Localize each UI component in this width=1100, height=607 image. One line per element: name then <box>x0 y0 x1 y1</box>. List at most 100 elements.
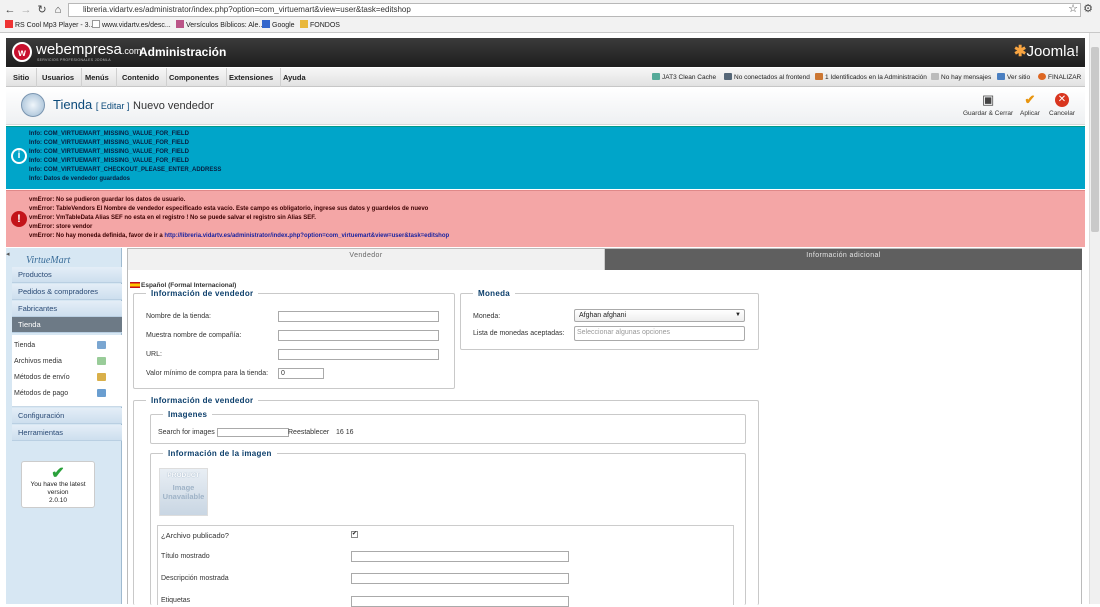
save-icon: ▣ <box>981 92 995 107</box>
tienda-submenu: Tienda Archivos media Métodos de envío M… <box>12 335 122 407</box>
info-message: Info: COM_VIRTUEMART_MISSING_VALUE_FOR_F… <box>29 131 189 137</box>
submenu-metodos-pago[interactable]: Métodos de pago <box>14 386 122 401</box>
frontend-status: No conectados al frontend <box>724 68 810 87</box>
info-message: Info: COM_VIRTUEMART_CHECKOUT_PLEASE_ENT… <box>29 167 222 173</box>
currency-label: Moneda: <box>473 313 501 320</box>
menu-contenido[interactable]: Contenido <box>115 68 168 87</box>
messages-status[interactable]: No hay mensajes <box>931 68 991 87</box>
menu-extensiones[interactable]: Extensiones <box>222 68 282 87</box>
bookmarks-bar: RS Cool Mp3 Player - 3... www.vidartv.es… <box>0 19 1100 32</box>
bookmark-star-icon[interactable]: ☆ <box>1066 2 1080 16</box>
bookmark-item[interactable]: www.vidartv.es/desc... <box>92 19 171 32</box>
bookmark-item[interactable]: Google <box>262 19 295 32</box>
wrench-icon[interactable]: ⚙ <box>1081 2 1095 16</box>
scroll-thumb[interactable] <box>1091 47 1099 232</box>
search-images-input[interactable] <box>217 428 289 437</box>
sidebar-item-productos[interactable]: Productos <box>12 267 122 283</box>
submenu-archivos-media[interactable]: Archivos media <box>14 354 122 369</box>
save-close-button[interactable]: ▣ Guardar & Cerrar <box>963 92 1013 118</box>
error-message: vmError: store vendor <box>29 224 93 230</box>
url-input[interactable] <box>278 349 439 360</box>
reload-icon[interactable]: ↻ <box>35 3 49 17</box>
sidebar-item-fabricantes[interactable]: Fabricantes <box>12 301 122 317</box>
bookmark-item[interactable]: FONDOS <box>300 19 340 32</box>
forward-icon[interactable]: → <box>19 3 33 17</box>
pagination: 16 16 <box>336 429 354 436</box>
tab-informacion-adicional[interactable]: Información adicional <box>605 249 1082 270</box>
cache-icon <box>652 73 660 80</box>
url-bar[interactable]: libreria.vidartv.es/administrator/index.… <box>68 3 1081 17</box>
error-message: vmError: TableVendors El Nombre de vende… <box>29 206 429 212</box>
cancel-button[interactable]: ✕ Cancelar <box>1049 93 1075 117</box>
error-message: vmError: No hay moneda definida, favor d… <box>29 233 450 239</box>
description-input[interactable] <box>351 573 569 584</box>
tags-input[interactable] <box>351 596 569 607</box>
info-message: Info: COM_VIRTUEMART_MISSING_VALUE_FOR_F… <box>29 140 189 146</box>
collapse-arrow-icon[interactable]: ◂ <box>6 250 10 264</box>
error-icon: ! <box>11 211 27 227</box>
flag-spain-icon <box>130 282 140 288</box>
error-message: vmError: VmTableData Alias SEF no esta e… <box>29 215 316 221</box>
url-text: libreria.vidartv.es/administrator/index.… <box>83 5 411 14</box>
bible-icon <box>176 20 184 28</box>
version-number: 2.0.10 <box>48 497 68 504</box>
published-checkbox[interactable]: ✔ <box>351 531 358 538</box>
version-text: You have the latest version <box>30 481 86 496</box>
menu-usuarios[interactable]: Usuarios <box>35 68 83 87</box>
company-name-input[interactable] <box>278 330 439 341</box>
view-site-link[interactable]: Ver sitio <box>997 68 1030 87</box>
sidebar-item-herramientas[interactable]: Herramientas <box>12 425 122 441</box>
users-icon <box>724 73 732 80</box>
language-indicator: Español (Formal Internacional) <box>130 282 236 289</box>
submenu-tienda[interactable]: Tienda <box>14 338 122 353</box>
min-purchase-label: Valor mínimo de compra para la tienda: <box>146 370 269 377</box>
bookmark-item[interactable]: Versículos Bíblicos: Ale... <box>176 19 264 32</box>
menu-ayuda[interactable]: Ayuda <box>276 68 313 87</box>
submenu-metodos-envio[interactable]: Métodos de envío <box>14 370 122 385</box>
image-info-legend: Información de la imagen <box>168 449 272 458</box>
published-label: ¿Archivo publicado? <box>161 531 229 540</box>
user-icon <box>815 73 823 80</box>
joomla-logo: ✱Joomla! <box>1013 43 1079 60</box>
store-name-input[interactable] <box>278 311 439 322</box>
apply-button[interactable]: ✔ Aplicar <box>1020 93 1040 118</box>
tab-vendedor[interactable]: Vendedor <box>128 249 605 270</box>
reset-button[interactable]: Reestablecer <box>288 429 329 436</box>
admin-header: w webempresa.com SERVICIOS PROFESIONALES… <box>6 38 1085 67</box>
min-purchase-input[interactable]: 0 <box>278 368 324 379</box>
sidebar-item-configuracion[interactable]: Configuración <box>12 408 122 424</box>
back-icon[interactable]: ← <box>3 3 17 17</box>
image-details-table <box>157 525 734 605</box>
google-icon <box>262 20 270 28</box>
page-scrollbar[interactable] <box>1089 33 1100 604</box>
menu-sitio[interactable]: Sitio <box>6 68 38 87</box>
search-images-label: Search for images <box>158 429 215 436</box>
currency-select[interactable]: Afghan afghani ▼ <box>574 309 745 322</box>
title-input[interactable] <box>351 551 569 562</box>
sidebar-item-pedidos[interactable]: Pedidos & compradores <box>12 284 122 300</box>
cancel-icon: ✕ <box>1055 93 1069 107</box>
home-icon[interactable]: ⌂ <box>51 3 65 17</box>
virtuemart-sidebar: ◂ VirtueMart Productos Pedidos & comprad… <box>6 248 122 604</box>
info-messages: i Info: COM_VIRTUEMART_MISSING_VALUE_FOR… <box>6 126 1085 189</box>
sidebar-item-tienda[interactable]: Tienda <box>12 317 122 333</box>
bookmark-item[interactable]: RS Cool Mp3 Player - 3... <box>5 19 94 32</box>
logout-link[interactable]: FINALIZAR <box>1038 68 1081 87</box>
main-content: Vendedor Información adicional Español (… <box>127 248 1082 607</box>
media-icon <box>97 357 106 365</box>
menu-menus[interactable]: Menús <box>78 68 117 87</box>
page-title: Tienda [ Editar ] Nuevo vendedor <box>53 97 214 112</box>
editshop-link[interactable]: http://libreria.vidartv.es/administrator… <box>164 233 449 239</box>
jat3-clean-cache[interactable]: JAT3 Clean Cache <box>652 68 716 87</box>
vendor-info-legend-2: Información de vendedor <box>151 396 254 405</box>
store-name-label: Nombre de la tienda: <box>146 313 211 320</box>
page-toolbar: Tienda [ Editar ] Nuevo vendedor ▣ Guard… <box>6 88 1085 125</box>
title-label: Título mostrado <box>161 553 210 560</box>
folder-icon <box>300 20 308 28</box>
product-image-placeholder: PRODUCT Image Unavailable <box>159 468 208 516</box>
url-label: URL: <box>146 351 162 358</box>
menu-componentes[interactable]: Componentes <box>162 68 228 87</box>
webempresa-logo-icon: w <box>12 42 32 62</box>
accepted-currencies-input[interactable]: Seleccionar algunas opciones <box>574 326 745 341</box>
monitor-icon <box>997 73 1005 80</box>
